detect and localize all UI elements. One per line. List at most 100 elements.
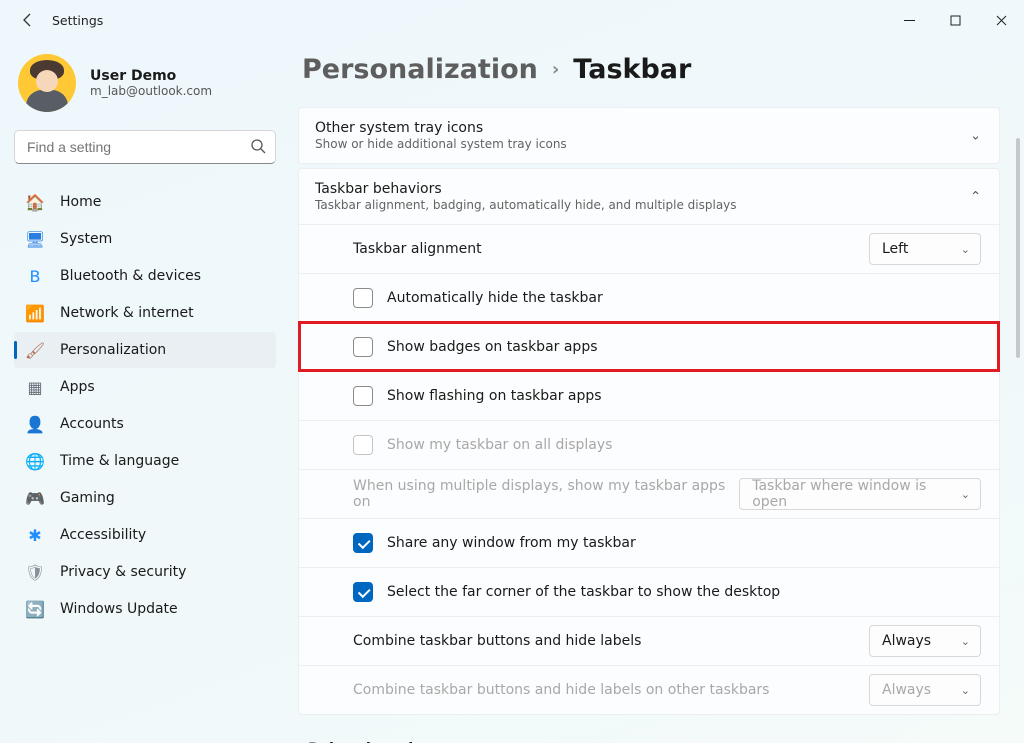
checkbox-far-corner[interactable]: [353, 582, 373, 602]
sidebar-item-label: Apps: [60, 379, 95, 395]
dropdown-value: Taskbar where window is open: [752, 478, 961, 510]
sidebar-item-label: Accessibility: [60, 527, 146, 543]
sidebar-item-label: System: [60, 231, 112, 247]
sidebar-item-label: Accounts: [60, 416, 124, 432]
chevron-down-icon: ⌄: [961, 684, 970, 697]
dropdown-value: Always: [882, 682, 931, 698]
checkbox-show-badges[interactable]: [353, 337, 373, 357]
user-name: User Demo: [90, 68, 212, 84]
breadcrumb: Personalization › Taskbar: [302, 54, 1000, 85]
option-combine-buttons: Combine taskbar buttons and hide labels …: [299, 616, 999, 665]
sidebar-item-personalization[interactable]: 🖌Personalization: [14, 332, 276, 368]
chevron-right-icon: ›: [552, 59, 559, 80]
option-combine-other: Combine taskbar buttons and hide labels …: [299, 665, 999, 714]
breadcrumb-current: Taskbar: [573, 54, 691, 85]
sidebar-item-label: Bluetooth & devices: [60, 268, 201, 284]
option-share-window[interactable]: Share any window from my taskbar: [299, 518, 999, 567]
sidebar-item-network[interactable]: 📶 Network & internet: [14, 295, 276, 331]
panel-subtitle: Taskbar alignment, badging, automaticall…: [315, 198, 953, 212]
avatar: [18, 54, 76, 112]
system-icon: 🖥: [26, 230, 44, 249]
chevron-down-icon: ⌄: [961, 243, 970, 256]
sidebar-item-time[interactable]: 🌐 Time & language: [14, 443, 276, 479]
panel-title: Taskbar behaviors: [315, 181, 953, 197]
sidebar-item-accounts[interactable]: 👤Accounts: [14, 406, 276, 442]
alignment-dropdown[interactable]: Left ⌄: [869, 233, 981, 265]
gaming-icon: 🎮: [26, 489, 44, 508]
chevron-down-icon: ⌄: [961, 488, 970, 501]
option-far-corner[interactable]: Select the far corner of the taskbar to …: [299, 567, 999, 616]
profile[interactable]: User Demo m_lab@outlook.com: [14, 50, 276, 130]
search-input[interactable]: [14, 130, 276, 164]
chevron-up-icon: ⌃: [970, 189, 981, 204]
sidebar-item-privacy[interactable]: 🛡 Privacy & security: [14, 554, 276, 590]
chevron-down-icon: ⌄: [961, 635, 970, 648]
checkbox-show-flashing[interactable]: [353, 386, 373, 406]
option-label: Combine taskbar buttons and hide labels …: [353, 682, 769, 698]
breadcrumb-parent[interactable]: Personalization: [302, 54, 538, 85]
sidebar-item-label: Gaming: [60, 490, 115, 506]
checkbox-share-window[interactable]: [353, 533, 373, 553]
time-icon: 🌐: [26, 452, 44, 471]
bluetooth-icon: B: [26, 267, 44, 286]
option-multi-display-apps: When using multiple displays, show my ta…: [299, 469, 999, 518]
home-icon: 🏠: [26, 193, 44, 212]
option-label: Automatically hide the taskbar: [387, 290, 603, 306]
dropdown-value: Always: [882, 633, 931, 649]
dropdown-value: Left: [882, 241, 908, 257]
accessibility-icon: ✱: [26, 526, 44, 545]
option-all-displays: Show my taskbar on all displays: [299, 420, 999, 469]
chevron-down-icon: ⌄: [970, 128, 981, 143]
option-label: Select the far corner of the taskbar to …: [387, 584, 780, 600]
option-label: Show my taskbar on all displays: [387, 437, 612, 453]
back-button[interactable]: [8, 0, 48, 40]
sidebar-item-label: Network & internet: [60, 305, 194, 321]
nav: 🏠 Home 🖥 System B Bluetooth & devices 📶 Network…: [14, 184, 276, 627]
scrollbar[interactable]: [1016, 138, 1020, 358]
panel-other-tray-icons[interactable]: Other system tray icons Show or hide add…: [298, 107, 1000, 164]
minimize-button[interactable]: [886, 0, 932, 40]
panel-title: Other system tray icons: [315, 120, 953, 136]
sidebar-item-bluetooth[interactable]: B Bluetooth & devices: [14, 258, 276, 294]
sidebar-item-update[interactable]: 🔄 Windows Update: [14, 591, 276, 627]
user-email: m_lab@outlook.com: [90, 84, 212, 98]
option-label: Show flashing on taskbar apps: [387, 388, 602, 404]
option-auto-hide[interactable]: Automatically hide the taskbar: [299, 273, 999, 322]
option-show-flashing[interactable]: Show flashing on taskbar apps: [299, 371, 999, 420]
main: Personalization › Taskbar Other system t…: [290, 40, 1024, 743]
sidebar-item-label: Home: [60, 194, 101, 210]
option-label: Show badges on taskbar apps: [387, 339, 598, 355]
network-icon: 📶: [26, 304, 44, 323]
close-button[interactable]: [978, 0, 1024, 40]
titlebar: Settings: [0, 0, 1024, 40]
sidebar-item-label: Windows Update: [60, 601, 178, 617]
sidebar-item-system[interactable]: 🖥 System: [14, 221, 276, 257]
sidebar-item-label: Personalization: [60, 342, 166, 358]
search: [14, 130, 276, 164]
apps-icon: ▦: [26, 378, 44, 397]
search-icon: [250, 138, 266, 158]
panel-taskbar-behaviors: Taskbar behaviors Taskbar alignment, bad…: [298, 168, 1000, 715]
privacy-icon: 🛡: [26, 563, 44, 582]
panel-header-behaviors[interactable]: Taskbar behaviors Taskbar alignment, bad…: [299, 169, 999, 224]
sidebar-item-label: Time & language: [60, 453, 179, 469]
sidebar-item-accessibility[interactable]: ✱ Accessibility: [14, 517, 276, 553]
window-title: Settings: [52, 13, 103, 28]
sidebar-item-label: Privacy & security: [60, 564, 186, 580]
sidebar-item-home[interactable]: 🏠 Home: [14, 184, 276, 220]
option-show-badges[interactable]: Show badges on taskbar apps: [299, 322, 999, 371]
option-taskbar-alignment: Taskbar alignment Left ⌄: [299, 224, 999, 273]
option-label: Share any window from my taskbar: [387, 535, 636, 551]
combine-dropdown[interactable]: Always ⌄: [869, 625, 981, 657]
checkbox-all-displays: [353, 435, 373, 455]
maximize-button[interactable]: [932, 0, 978, 40]
update-icon: 🔄: [26, 600, 44, 619]
option-label: When using multiple displays, show my ta…: [353, 478, 739, 510]
checkbox-auto-hide[interactable]: [353, 288, 373, 308]
option-label: Taskbar alignment: [353, 241, 482, 257]
panel-subtitle: Show or hide additional system tray icon…: [315, 137, 953, 151]
window-controls: [886, 0, 1024, 40]
sidebar-item-gaming[interactable]: 🎮 Gaming: [14, 480, 276, 516]
combine-other-dropdown: Always ⌄: [869, 674, 981, 706]
sidebar-item-apps[interactable]: ▦ Apps: [14, 369, 276, 405]
